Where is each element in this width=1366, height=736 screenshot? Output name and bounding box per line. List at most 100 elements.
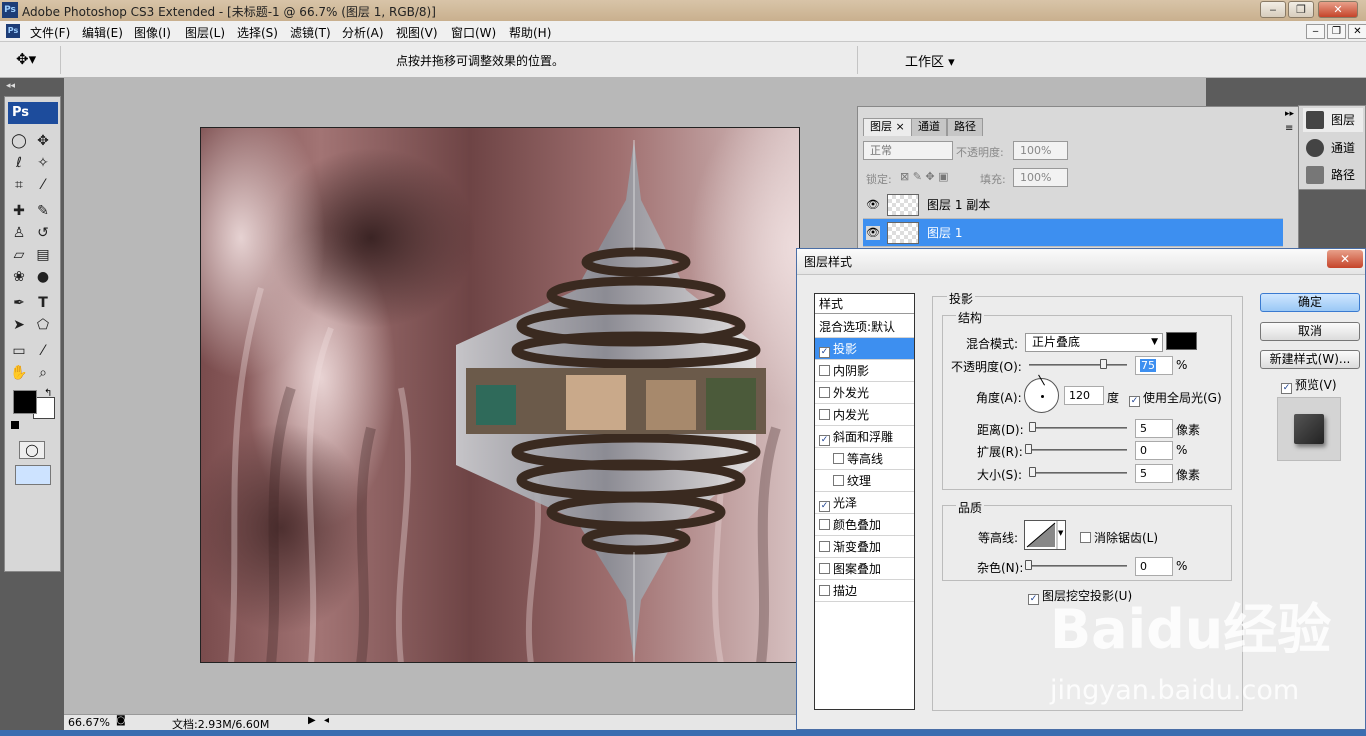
close-button[interactable]: ✕ [1318,1,1358,18]
zoom-icon[interactable]: ⌕ [32,363,54,383]
dock-paths[interactable]: 路径 [1303,163,1363,187]
lock-icons[interactable]: ⊠ ✎ ✥ ▣ [900,170,949,183]
doc-minimize-button[interactable]: ‒ [1306,24,1325,39]
quick-mask-icon[interactable]: ◯ [19,441,45,459]
document-icon[interactable]: Ps [6,24,20,38]
eraser-icon[interactable]: ▱ [8,245,30,265]
checkbox-unchecked-icon[interactable] [819,519,830,530]
brush-icon[interactable]: ✎ [32,201,54,221]
style-item[interactable]: 颜色叠加 [815,514,914,536]
ok-button[interactable]: 确定 [1260,293,1360,312]
menu-analysis[interactable]: 分析(A) [342,24,384,41]
fill-input[interactable]: 100% [1013,168,1068,187]
swap-colors-icon[interactable]: ↰ [44,388,52,399]
styles-header[interactable]: 样式 [815,294,914,314]
style-item[interactable]: ✓ 投影 [815,338,914,360]
checkbox-unchecked-icon[interactable] [819,563,830,574]
menu-select[interactable]: 选择(S) [237,24,278,41]
antialias-checkbox[interactable]: 消除锯齿(L) [1080,529,1158,546]
default-colors-icon[interactable] [11,421,19,429]
cancel-button[interactable]: 取消 [1260,322,1360,341]
shape-icon[interactable]: ⬠ [32,315,54,335]
style-item[interactable]: 等高线 [815,448,914,470]
global-light-checkbox[interactable]: ✓ 使用全局光(G) [1129,389,1222,407]
style-item[interactable]: ✓ 斜面和浮雕 [815,426,914,448]
new-style-button[interactable]: 新建样式(W)... [1260,350,1360,369]
restore-button[interactable]: ❐ [1288,1,1314,18]
size-slider-knob[interactable] [1029,467,1036,477]
opacity-slider[interactable] [1029,364,1127,366]
screen-mode-icon[interactable] [15,465,51,485]
checkbox-unchecked-icon[interactable] [833,453,844,464]
hand-icon[interactable]: ✋ [8,363,30,383]
lasso-icon[interactable]: ℓ [8,153,30,173]
doc-restore-button[interactable]: ❐ [1327,24,1346,39]
shadow-color-swatch[interactable] [1166,332,1197,350]
style-item[interactable]: 图案叠加 [815,558,914,580]
checkbox-unchecked-icon[interactable] [819,585,830,596]
magic-wand-icon[interactable]: ✧ [32,153,54,173]
distance-slider[interactable] [1029,427,1127,429]
layer-row[interactable]: 👁 图层 1 副本 [863,191,1283,219]
size-input[interactable]: 5 [1135,464,1173,483]
history-brush-icon[interactable]: ↺ [32,223,54,243]
move-icon[interactable]: ✥ [32,131,54,151]
gradient-icon[interactable]: ▤ [32,245,54,265]
checkbox-checked-icon[interactable]: ✓ [819,501,830,512]
distance-slider-knob[interactable] [1029,422,1036,432]
path-select-icon[interactable]: ➤ [8,315,30,335]
blend-mode-select[interactable]: 正常 [863,141,953,160]
style-item[interactable]: 内发光 [815,404,914,426]
angle-input[interactable]: 120 [1064,386,1104,405]
menu-window[interactable]: 窗口(W) [451,24,496,41]
checkbox-unchecked-icon[interactable] [819,409,830,420]
contour-picker[interactable]: ▼ [1024,520,1066,550]
checkbox-unchecked-icon[interactable] [819,365,830,376]
marquee-icon[interactable]: ◯ [8,131,30,151]
tab-paths[interactable]: 路径 [947,118,983,136]
dock-layers[interactable]: 图层 [1303,108,1363,132]
menu-image[interactable]: 图像(I) [134,24,171,41]
checkbox-unchecked-icon[interactable] [833,475,844,486]
crop-icon[interactable]: ⌗ [8,175,30,195]
dodge-icon[interactable]: ● [32,267,54,287]
style-item[interactable]: 内阴影 [815,360,914,382]
blend-mode-select[interactable]: 正片叠底 ▼ [1025,333,1163,352]
panel-menu-icon[interactable]: ≡ [1285,123,1293,134]
eye-icon[interactable]: 👁 [866,198,880,212]
style-item[interactable]: 描边 [815,580,914,602]
preview-checkbox[interactable]: ✓ 预览(V) [1281,376,1337,394]
move-icon[interactable]: ✥▾ [16,50,36,68]
spread-input[interactable]: 0 [1135,441,1173,460]
opacity-input[interactable]: 100% [1013,141,1068,160]
checkbox-unchecked-icon[interactable] [819,541,830,552]
noise-slider[interactable] [1029,565,1127,567]
pen-icon[interactable]: ✒ [8,293,30,313]
collapse-icon[interactable]: ◂◂ [6,81,15,91]
layer-row-selected[interactable]: 👁 图层 1 [863,219,1283,247]
dialog-close-button[interactable]: ✕ [1327,250,1363,268]
eye-icon[interactable]: 👁 [866,226,880,240]
style-item[interactable]: 混合选项:默认 [815,316,914,338]
zoom-level[interactable]: 66.67% [68,716,110,729]
menu-view[interactable]: 视图(V) [396,24,438,41]
checkbox-checked-icon[interactable]: ✓ [819,435,830,446]
foreground-color-swatch[interactable] [13,390,37,414]
eyedropper-icon[interactable]: ⁄ [32,341,54,361]
spread-slider-knob[interactable] [1025,444,1032,454]
checkbox-unchecked-icon[interactable] [819,387,830,398]
tab-layers[interactable]: 图层 × [863,118,912,136]
style-item[interactable]: 纹理 [815,470,914,492]
checkbox-checked-icon[interactable]: ✓ [819,347,830,358]
healing-icon[interactable]: ✚ [8,201,30,221]
tab-channels[interactable]: 通道 [911,118,947,136]
menu-help[interactable]: 帮助(H) [509,24,551,41]
doc-close-button[interactable]: ✕ [1348,24,1366,39]
dock-channels[interactable]: 通道 [1303,136,1363,160]
stamp-icon[interactable]: ♙ [8,223,30,243]
opacity-input[interactable]: 75 [1135,356,1173,375]
menu-layer[interactable]: 图层(L) [185,24,225,41]
blur-icon[interactable]: ❀ [8,267,30,287]
workspace-menu[interactable]: 工作区 ▾ [905,51,955,70]
status-menu-icon[interactable]: ▶ [308,715,316,726]
